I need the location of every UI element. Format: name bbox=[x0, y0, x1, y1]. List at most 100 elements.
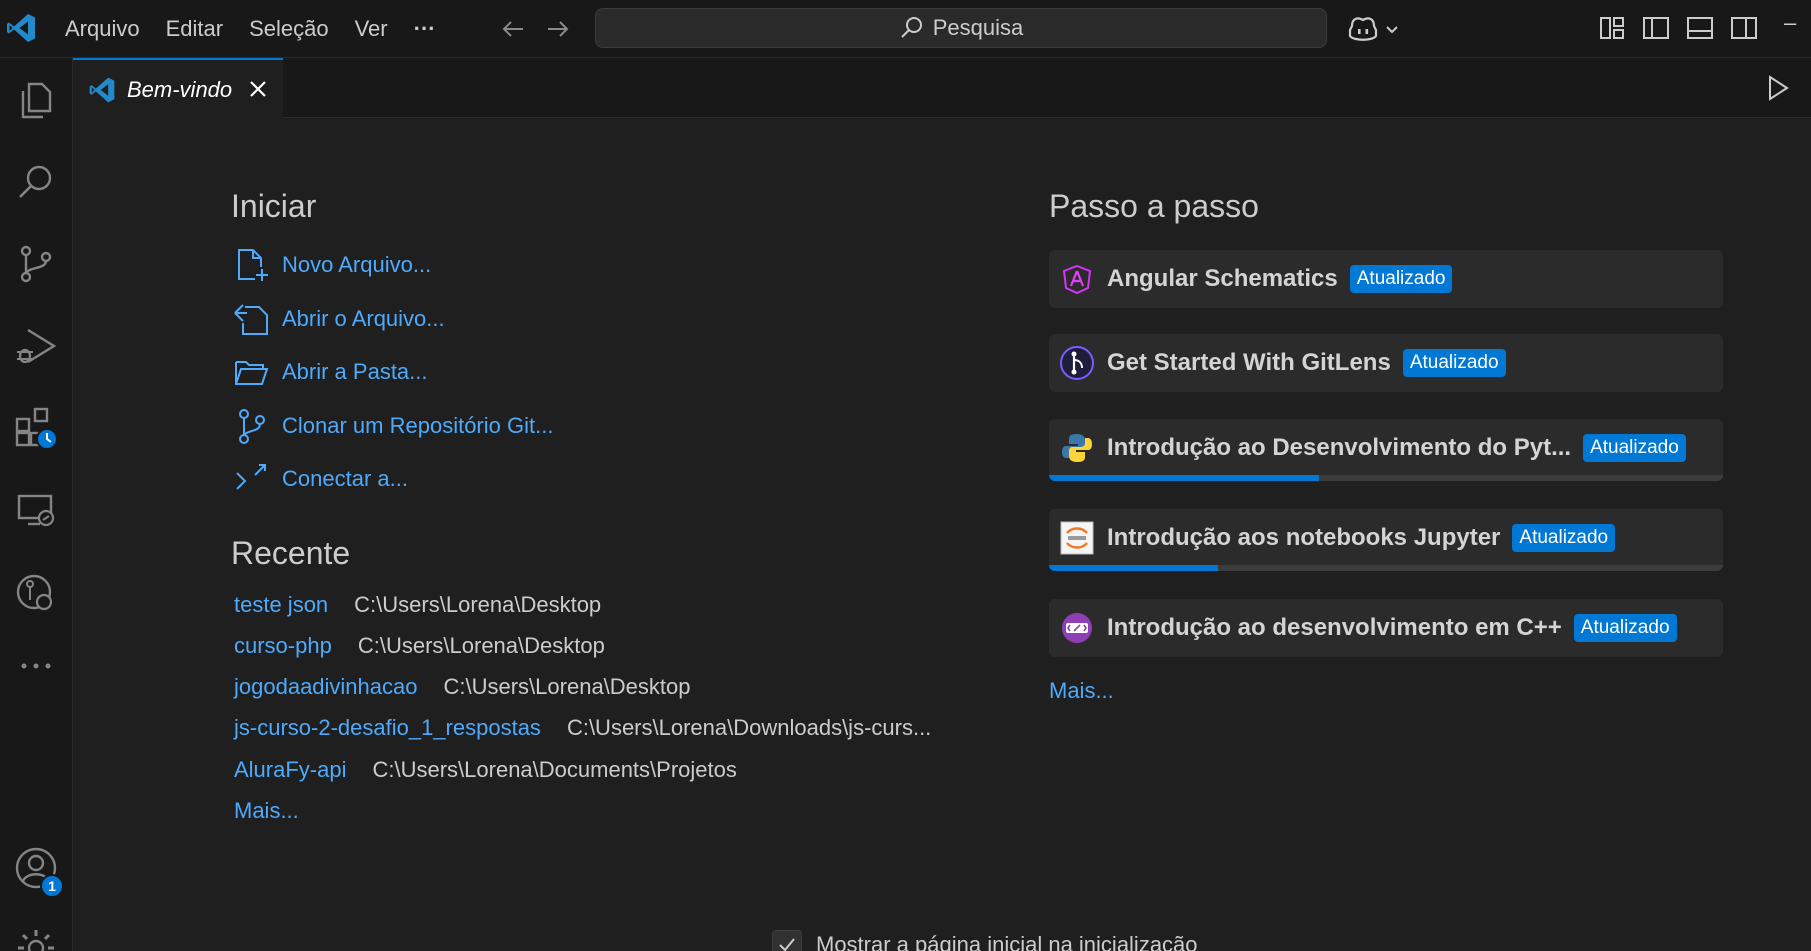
menu-arquivo[interactable]: Arquivo bbox=[52, 9, 153, 49]
updated-badge: Atualizado bbox=[1573, 614, 1677, 642]
menu-selecao[interactable]: Seleção bbox=[236, 9, 342, 49]
recent-item-path: C:\Users\Lorena\Desktop bbox=[354, 592, 602, 617]
recent-item-name[interactable]: js-curso-2-desafio_1_respostas bbox=[234, 715, 541, 741]
source-control-button[interactable] bbox=[8, 236, 64, 292]
source-control-icon bbox=[20, 245, 52, 283]
gitlens-inspect-icon bbox=[16, 574, 53, 611]
forward-arrow-icon[interactable] bbox=[542, 13, 574, 45]
gitlens-inspect-button[interactable] bbox=[8, 564, 64, 620]
remote-icon bbox=[236, 464, 266, 490]
clone-repo-label: Clonar um Repositório Git... bbox=[282, 413, 554, 438]
customize-layout-icon[interactable] bbox=[1597, 13, 1627, 43]
manage-button[interactable] bbox=[8, 920, 64, 951]
recent-more-link[interactable]: Mais... bbox=[234, 798, 299, 824]
menu-bar: Arquivo Editar Seleção Ver ··· bbox=[52, 0, 449, 58]
run-debug-icon bbox=[17, 328, 57, 364]
minimize-window-icon[interactable]: – bbox=[1784, 10, 1796, 36]
accounts-button[interactable]: 1 bbox=[8, 840, 64, 898]
walkthrough-gitlens[interactable]: Get Started With GitLens Atualizado bbox=[1049, 334, 1723, 392]
walkthrough-title: Introdução aos notebooks Jupyter bbox=[1107, 524, 1501, 551]
menu-ver[interactable]: Ver bbox=[342, 9, 401, 49]
checkmark-icon bbox=[779, 938, 795, 951]
extensions-icon bbox=[15, 407, 58, 450]
walkthroughs-more-link[interactable]: Mais... bbox=[1049, 678, 1114, 704]
walkthrough-progress-fill bbox=[1049, 475, 1319, 481]
menu-more[interactable]: ··· bbox=[401, 9, 449, 49]
jupyter-icon bbox=[1060, 521, 1094, 555]
connect-to-label: Conectar a... bbox=[282, 466, 408, 491]
explorer-button[interactable] bbox=[8, 72, 64, 128]
vscode-logo-icon bbox=[7, 14, 35, 42]
title-bar: Arquivo Editar Seleção Ver ··· Pesquisa bbox=[0, 0, 1811, 58]
search-icon bbox=[19, 165, 52, 198]
updated-badge: Atualizado bbox=[1583, 434, 1686, 462]
walkthrough-progress bbox=[1049, 565, 1723, 571]
walkthrough-progress bbox=[1049, 475, 1723, 481]
toggle-primary-sidebar-icon[interactable] bbox=[1641, 13, 1671, 43]
editor-tab-bar: Bem-vindo bbox=[73, 58, 1811, 119]
extensions-button[interactable] bbox=[8, 400, 64, 456]
files-icon bbox=[21, 82, 52, 119]
more-views-button[interactable] bbox=[8, 638, 64, 694]
show-on-startup-checkbox[interactable] bbox=[772, 930, 802, 951]
search-icon bbox=[901, 17, 922, 38]
updated-badge: Atualizado bbox=[1402, 349, 1506, 377]
walkthrough-title: Angular Schematics bbox=[1107, 265, 1338, 292]
walkthroughs-heading: Passo a passo bbox=[1049, 188, 1259, 224]
account-badge: 1 bbox=[40, 874, 64, 898]
recent-item-path: C:\Users\Lorena\Documents\Projetos bbox=[372, 757, 737, 782]
walkthrough-python[interactable]: Introdução ao Desenvolvimento do Pyt... … bbox=[1049, 419, 1723, 481]
recent-item-name[interactable]: AluraFy-api bbox=[234, 757, 346, 783]
close-icon[interactable] bbox=[245, 76, 271, 102]
show-on-startup-toggle[interactable]: Mostrar a página inicial na inicializaçã… bbox=[772, 930, 1198, 951]
back-arrow-icon[interactable] bbox=[497, 13, 529, 45]
recent-item-name[interactable]: jogodaadivinhacao bbox=[234, 674, 418, 700]
walkthrough-cpp[interactable]: Introdução ao desenvolvimento em C++ Atu… bbox=[1049, 599, 1723, 657]
search-view-button[interactable] bbox=[8, 154, 64, 210]
remote-explorer-button[interactable] bbox=[8, 482, 64, 538]
start-heading: Iniciar bbox=[231, 188, 317, 224]
recent-item: teste json C:\Users\Lorena\Desktop bbox=[234, 589, 601, 621]
copilot-menu-button[interactable] bbox=[1346, 12, 1402, 46]
run-icon[interactable] bbox=[1761, 72, 1793, 104]
run-debug-button[interactable] bbox=[8, 318, 64, 374]
cpp-icon bbox=[1062, 613, 1092, 643]
recent-item: curso-php C:\Users\Lorena\Desktop bbox=[234, 630, 605, 662]
toggle-panel-icon[interactable] bbox=[1685, 13, 1715, 43]
open-folder-link[interactable]: Abrir a Pasta... bbox=[232, 352, 428, 392]
new-file-icon bbox=[238, 249, 268, 281]
python-icon bbox=[1062, 434, 1092, 462]
recent-item: jogodaadivinhacao C:\Users\Lorena\Deskto… bbox=[234, 671, 691, 703]
vscode-tab-icon bbox=[89, 77, 115, 102]
open-file-link[interactable]: Abrir o Arquivo... bbox=[232, 299, 445, 339]
tab-label: Bem-vindo bbox=[127, 76, 233, 102]
recent-item-path: C:\Users\Lorena\Downloads\js-curs... bbox=[566, 715, 932, 740]
recent-item-name[interactable]: curso-php bbox=[234, 633, 332, 659]
updated-badge: Atualizado bbox=[1349, 265, 1453, 293]
toggle-secondary-sidebar-icon[interactable] bbox=[1729, 13, 1759, 43]
open-folder-label: Abrir a Pasta... bbox=[282, 359, 428, 384]
walkthrough-title: Introdução ao desenvolvimento em C++ bbox=[1107, 614, 1562, 641]
git-branch-icon bbox=[239, 409, 265, 444]
new-file-link[interactable]: Novo Arquivo... bbox=[232, 245, 431, 285]
recent-item: AluraFy-api C:\Users\Lorena\Documents\Pr… bbox=[234, 754, 737, 786]
menu-editar[interactable]: Editar bbox=[153, 9, 236, 49]
walkthrough-title: Introdução ao Desenvolvimento do Pyt... bbox=[1107, 434, 1572, 461]
clone-repo-link[interactable]: Clonar um Repositório Git... bbox=[232, 406, 553, 446]
walkthrough-progress-fill bbox=[1049, 565, 1218, 571]
command-center-search[interactable]: Pesquisa bbox=[595, 8, 1327, 48]
connect-to-link[interactable]: Conectar a... bbox=[232, 459, 408, 499]
remote-explorer-icon bbox=[17, 494, 55, 527]
walkthrough-angular[interactable]: Angular Schematics Atualizado bbox=[1049, 250, 1723, 308]
angular-icon bbox=[1062, 264, 1092, 295]
ellipsis-icon bbox=[21, 663, 51, 669]
show-on-startup-label: Mostrar a página inicial na inicializaçã… bbox=[816, 932, 1198, 951]
walkthrough-title: Get Started With GitLens bbox=[1107, 349, 1391, 376]
search-placeholder: Pesquisa bbox=[932, 15, 1024, 40]
copilot-icon bbox=[1348, 17, 1378, 41]
walkthrough-jupyter[interactable]: Introdução aos notebooks Jupyter Atualiz… bbox=[1049, 509, 1723, 571]
updated-badge: Atualizado bbox=[1512, 524, 1616, 552]
recent-item-name[interactable]: teste json bbox=[234, 592, 328, 618]
tab-bem-vindo[interactable]: Bem-vindo bbox=[73, 58, 283, 119]
open-file-icon bbox=[234, 304, 268, 335]
